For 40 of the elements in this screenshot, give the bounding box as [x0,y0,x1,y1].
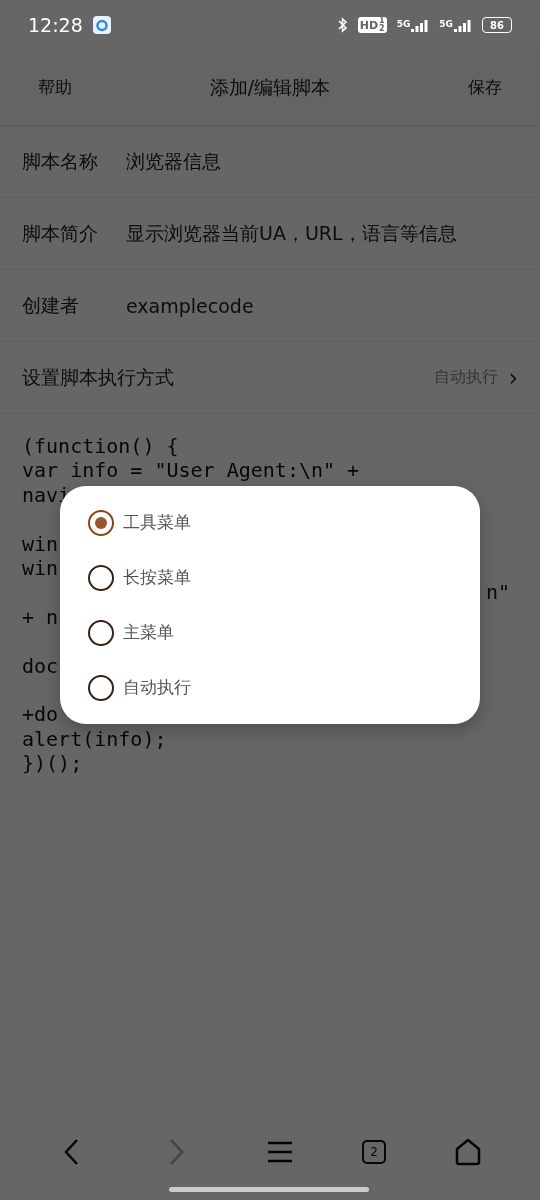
page-title: 添加/编辑脚本 [209,74,331,100]
field-label: 脚本简介 [22,220,99,246]
status-time: 12:28 [28,14,83,36]
signal-icon [411,18,430,32]
code-line: win [22,555,59,581]
network-label: 5G [396,18,411,29]
option-label[interactable]: 主菜单 [123,621,174,644]
code-line: +do [22,702,59,727]
field-value[interactable]: examplecode [126,294,254,317]
field-value[interactable]: 浏览器信息 [126,148,221,175]
code-line: + n [22,604,59,630]
tabs-button[interactable]: 2 [362,1140,386,1164]
radio-button[interactable] [88,619,114,646]
bluetooth-icon [337,17,348,33]
chevron-icon: › [508,363,518,392]
code-line: alert(info); [22,726,167,752]
radio-button[interactable] [88,564,114,591]
battery-indicator: 86 [482,17,512,33]
option-label[interactable]: 长按菜单 [123,566,191,589]
code-line: doc [22,653,59,678]
field-value[interactable]: 显示浏览器当前UA，URL，语言等信息 [126,220,457,247]
help-button[interactable]: 帮助 [38,76,72,99]
signal-icon [454,18,472,32]
menu-icon[interactable] [267,1141,293,1163]
code-line: n" [485,580,510,605]
field-label: 脚本名称 [22,148,99,174]
code-line: (function() { [22,434,179,459]
option-label[interactable]: 工具菜单 [123,511,191,534]
option-label[interactable]: 自动执行 [123,676,191,699]
code-line: win [22,531,59,556]
save-button[interactable]: 保存 [468,76,502,99]
field-label: 创建者 [22,292,80,318]
home-icon[interactable] [454,1138,482,1166]
radio-button[interactable] [88,509,114,536]
field-label: 设置脚本执行方式 [22,364,175,390]
code-line: })(); [22,751,83,776]
app-icon [92,16,111,34]
radio-button[interactable] [88,674,114,701]
network-label: 5G [439,18,453,29]
code-line: var info = "User Agent:\n" + [22,458,360,483]
